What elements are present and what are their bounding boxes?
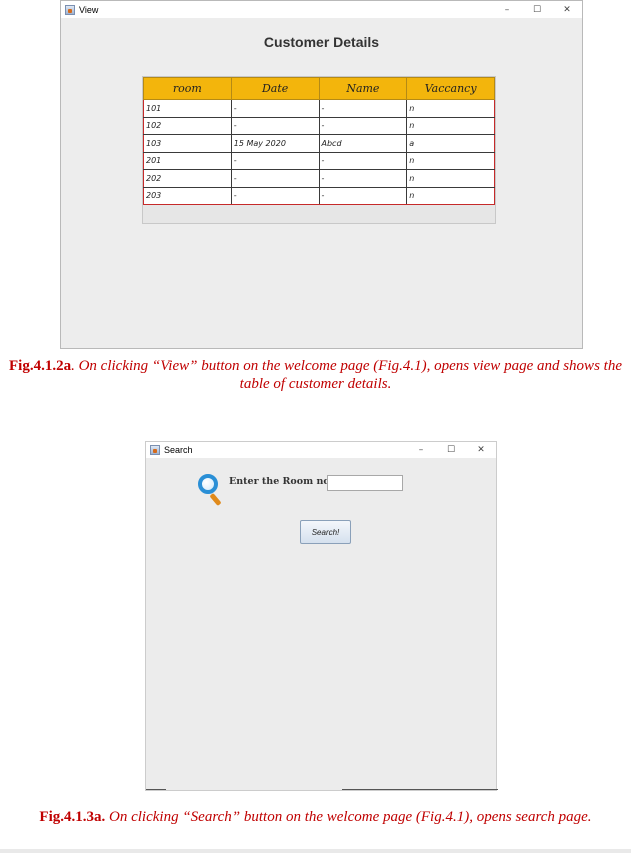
table-row[interactable]: 202 - - n	[143, 169, 495, 188]
page-bottom-strip	[0, 849, 631, 853]
caption-text: . On clicking “View” button on the welco…	[71, 358, 622, 392]
table-cell[interactable]: n	[406, 99, 495, 118]
table-header-row: room Date Name Vaccancy	[143, 77, 495, 100]
minimize-button[interactable]: –	[492, 1, 522, 18]
table-cell[interactable]: n	[406, 169, 495, 188]
table-cell[interactable]: -	[318, 116, 408, 135]
divider	[146, 789, 166, 790]
close-button[interactable]: ✕	[466, 442, 496, 458]
table-cell[interactable]: 103	[143, 134, 232, 153]
table-row[interactable]: 201 - - n	[143, 151, 495, 170]
room-number-input[interactable]	[327, 475, 403, 491]
search-icon	[196, 472, 226, 507]
search-button[interactable]: Search!	[300, 520, 351, 544]
customer-table-container[interactable]: room Date Name Vaccancy 101 - - n 102 - …	[142, 76, 496, 224]
table-cell[interactable]: -	[230, 151, 320, 170]
table-cell[interactable]: 203	[143, 186, 232, 205]
view-window-title: View	[79, 4, 99, 15]
table-cell[interactable]: 201	[143, 151, 232, 170]
search-window: Search – ☐ ✕ Enter the Room no. : Search…	[145, 441, 498, 791]
view-window: View – ☐ ✕ Customer Details room Date Na…	[60, 0, 583, 349]
table-cell[interactable]: n	[406, 186, 495, 205]
maximize-button[interactable]: ☐	[522, 1, 552, 18]
search-titlebar: Search – ☐ ✕	[146, 442, 496, 458]
magnifier-lens	[198, 474, 218, 494]
table-cell[interactable]: a	[406, 134, 495, 153]
caption-figure-label: Fig.4.1.2a	[9, 358, 72, 374]
table-cell[interactable]: n	[406, 116, 495, 135]
table-cell[interactable]: -	[230, 169, 320, 188]
table-cell[interactable]: -	[230, 186, 320, 205]
table-row[interactable]: 103 15 May 2020 Abcd a	[143, 134, 495, 153]
table-cell[interactable]: 202	[143, 169, 232, 188]
table-cell[interactable]: -	[318, 169, 408, 188]
figure-caption-view: Fig.4.1.2a. On clicking “View” button on…	[0, 357, 631, 393]
table-cell[interactable]: n	[406, 151, 495, 170]
column-header-name[interactable]: Name	[318, 77, 408, 100]
table-cell[interactable]: -	[230, 116, 320, 135]
table-row[interactable]: 101 - - n	[143, 99, 495, 118]
search-window-controls: – ☐ ✕	[406, 442, 496, 458]
close-button[interactable]: ✕	[552, 1, 582, 18]
figure-caption-search: Fig.4.1.3a. On clicking “Search” button …	[0, 808, 631, 826]
column-header-vaccancy[interactable]: Vaccancy	[406, 77, 495, 100]
caption-text: On clicking “Search” button on the welco…	[105, 809, 592, 825]
column-header-date[interactable]: Date	[230, 77, 320, 100]
customer-table: room Date Name Vaccancy 101 - - n 102 - …	[143, 77, 495, 205]
maximize-button[interactable]: ☐	[436, 442, 466, 458]
column-header-room[interactable]: room	[143, 77, 232, 100]
view-window-controls: – ☐ ✕	[492, 1, 582, 18]
java-app-icon	[150, 445, 160, 455]
table-cell[interactable]: -	[318, 151, 408, 170]
table-cell[interactable]: 15 May 2020	[230, 134, 320, 153]
table-cell[interactable]: Abcd	[318, 134, 408, 153]
table-cell[interactable]: 101	[143, 99, 232, 118]
divider	[342, 789, 498, 790]
window-bottom-edge	[146, 788, 498, 790]
table-cell[interactable]: -	[318, 186, 408, 205]
room-number-label: Enter the Room no. :	[229, 476, 340, 487]
table-cell[interactable]: -	[318, 99, 408, 118]
magnifier-handle	[209, 492, 222, 507]
search-window-title: Search	[164, 445, 193, 455]
table-cell[interactable]: -	[230, 99, 320, 118]
caption-figure-label: Fig.4.1.3a.	[39, 809, 106, 825]
table-row[interactable]: 102 - - n	[143, 116, 495, 135]
page-title: Customer Details	[263, 34, 380, 50]
java-app-icon	[65, 4, 75, 15]
table-row[interactable]: 203 - - n	[143, 186, 495, 205]
minimize-button[interactable]: –	[406, 442, 436, 458]
table-cell[interactable]: 102	[143, 116, 232, 135]
view-titlebar: View – ☐ ✕	[61, 1, 582, 18]
